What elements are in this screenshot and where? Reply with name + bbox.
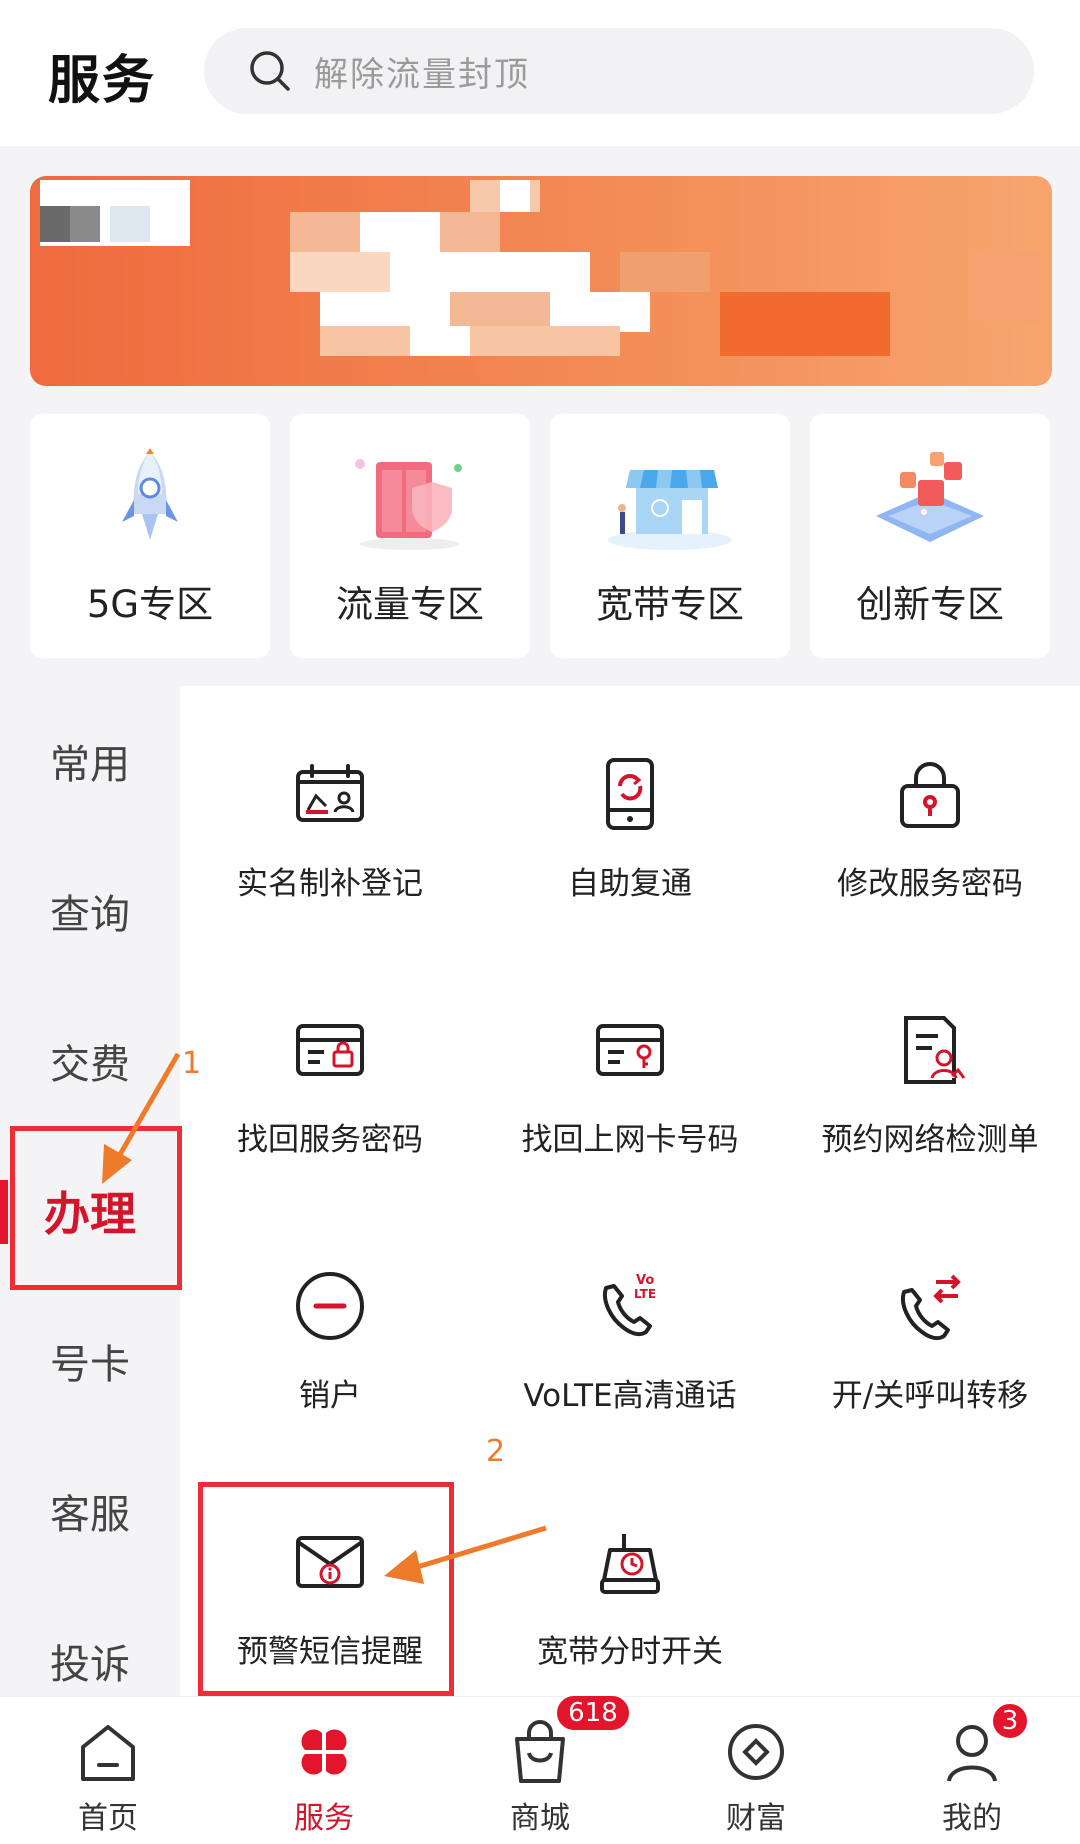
annotation-box-service — [198, 1482, 454, 1696]
service-network-check[interactable]: 预约网络检测单 — [780, 1012, 1080, 1159]
document-user-icon — [904, 1016, 966, 1084]
service-label: 自助复通 — [568, 866, 692, 902]
zone-label: 流量专区 — [336, 583, 484, 626]
service-recover-data-card[interactable]: 找回上网卡号码 — [480, 1012, 780, 1159]
service-label: 实名制补登记 — [237, 866, 423, 902]
zone-innovation[interactable]: 创新专区 — [810, 414, 1050, 658]
nav-wealth[interactable]: 财富 — [676, 1719, 836, 1837]
call-forward-icon — [901, 1274, 961, 1341]
category-query[interactable]: 查询 — [0, 882, 180, 940]
service-volte[interactable]: Vo LTE VoLTE高清通话 — [480, 1268, 780, 1415]
nav-label: 商城 — [510, 1801, 570, 1836]
nav-service[interactable]: 服务 — [244, 1719, 404, 1837]
service-label: 开/关呼叫转移 — [831, 1378, 1029, 1414]
search-placeholder: 解除流量封顶 — [314, 54, 530, 95]
page-title: 服务 — [48, 51, 157, 111]
phone-refresh-icon — [606, 758, 654, 830]
minus-circle-icon — [296, 1272, 364, 1340]
bottom-nav: 首页 服务 商城 财富 我的 618 3 — [0, 1693, 1080, 1844]
category-customer-service[interactable]: 客服 — [0, 1482, 180, 1540]
rocket-icon — [122, 448, 178, 540]
zone-5g[interactable]: 5G专区 — [30, 414, 270, 658]
service-cancel-account[interactable]: 销户 — [180, 1268, 480, 1415]
isometric-platform-icon — [876, 452, 984, 542]
router-clock-icon — [600, 1534, 660, 1594]
category-payment[interactable]: 交费 — [0, 1032, 180, 1090]
nav-profile[interactable]: 我的 — [892, 1719, 1052, 1837]
zone-label: 创新专区 — [856, 583, 1004, 626]
nav-label: 财富 — [726, 1801, 786, 1836]
coin-icon — [728, 1724, 784, 1780]
volte-phone-icon: Vo LTE — [603, 1273, 656, 1337]
nav-label: 服务 — [294, 1801, 354, 1836]
card-key-icon — [596, 1024, 664, 1076]
nav-label: 首页 — [78, 1801, 138, 1836]
service-real-name-registration[interactable]: 实名制补登记 — [180, 756, 480, 903]
service-change-password[interactable]: 修改服务密码 — [780, 756, 1080, 903]
clover-icon — [301, 1729, 347, 1775]
zone-data[interactable]: 流量专区 — [290, 414, 530, 658]
category-number-card[interactable]: 号卡 — [0, 1332, 180, 1390]
service-label: 销户 — [299, 1378, 361, 1414]
promo-banner[interactable] — [30, 176, 1052, 386]
service-broadband-timer[interactable]: 宽带分时开关 — [480, 1524, 780, 1671]
zone-label: 宽带专区 — [596, 583, 744, 626]
annotation-step-2: 2 — [486, 1434, 506, 1469]
profile-notification-badge: 3 — [990, 1701, 1030, 1741]
category-common[interactable]: 常用 — [0, 732, 180, 790]
home-icon — [81, 1725, 135, 1781]
annotation-step-1: 1 — [182, 1046, 202, 1081]
active-category-indicator — [0, 1180, 8, 1244]
zone-label: 5G专区 — [86, 583, 214, 626]
service-self-reactivation[interactable]: 自助复通 — [480, 756, 780, 903]
header: 服务 解除流量封顶 — [0, 0, 1080, 146]
annotation-box-category — [10, 1126, 182, 1290]
cabinet-shield-icon — [355, 459, 462, 550]
search-icon — [250, 51, 290, 91]
service-recover-password[interactable]: 找回服务密码 — [180, 1012, 480, 1159]
nav-mall[interactable]: 商城 — [460, 1719, 620, 1837]
service-label: VoLTE高清通话 — [523, 1378, 737, 1414]
id-card-icon — [296, 764, 364, 822]
service-label: 找回上网卡号码 — [521, 1122, 739, 1158]
zone-broadband[interactable]: 宽带专区 — [550, 414, 790, 658]
lock-icon — [900, 762, 960, 828]
svg-text:Vo: Vo — [636, 1273, 654, 1288]
service-label: 预约网络检测单 — [821, 1122, 1039, 1158]
storefront-icon — [608, 470, 732, 550]
nav-home[interactable]: 首页 — [28, 1719, 188, 1837]
svg-text:LTE: LTE — [634, 1287, 656, 1301]
service-call-forwarding[interactable]: 开/关呼叫转移 — [780, 1268, 1080, 1415]
search-bar[interactable]: 解除流量封顶 — [204, 28, 1034, 114]
card-lock-icon — [296, 1024, 364, 1076]
service-label: 宽带分时开关 — [537, 1634, 723, 1670]
service-label: 找回服务密码 — [237, 1122, 423, 1158]
nav-label: 我的 — [942, 1801, 1002, 1836]
service-label: 修改服务密码 — [837, 866, 1023, 902]
shop-badge: 618 — [554, 1693, 632, 1733]
category-complaint[interactable]: 投诉 — [0, 1632, 180, 1690]
